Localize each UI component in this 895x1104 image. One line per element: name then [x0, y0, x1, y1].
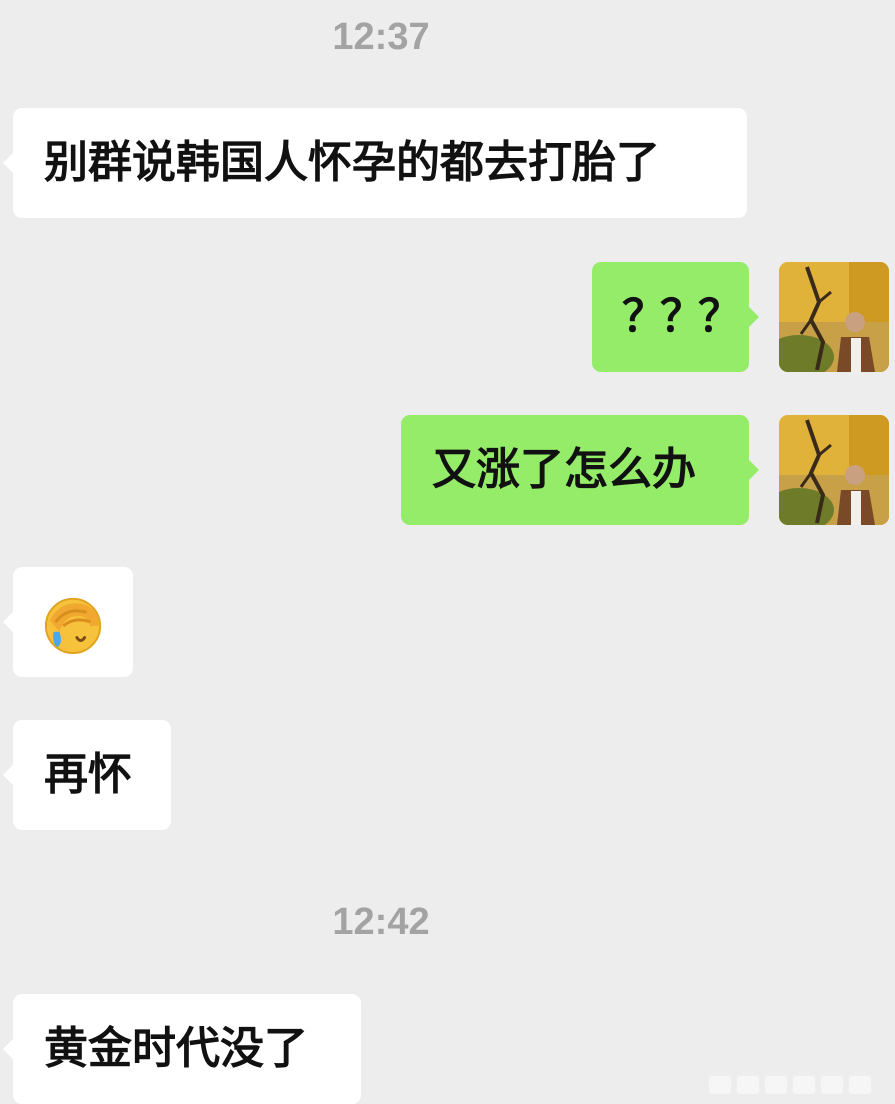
facepalm-crying-emoji-icon	[44, 597, 102, 655]
incoming-message-bubble[interactable]: 黄金时代没了	[3, 994, 361, 1104]
message-text: ？？？	[622, 291, 742, 342]
incoming-message-bubble[interactable]	[3, 567, 133, 677]
outgoing-message-bubble[interactable]: ？？？	[592, 262, 759, 372]
watermark-icon	[709, 1076, 871, 1094]
timestamp: 12:37	[332, 16, 430, 58]
timestamp: 12:42	[332, 901, 430, 943]
avatar-photo-icon	[779, 415, 889, 525]
avatar-photo-icon	[779, 262, 889, 372]
outgoing-message-bubble[interactable]: 又涨了怎么办	[401, 415, 759, 525]
my-avatar[interactable]	[779, 415, 889, 525]
message-text: 再怀	[44, 749, 132, 800]
incoming-message-bubble[interactable]: 别群说韩国人怀孕的都去打胎了	[3, 108, 747, 218]
my-avatar[interactable]	[779, 262, 889, 372]
message-text: 黄金时代没了	[44, 1023, 308, 1074]
incoming-message-bubble[interactable]: 再怀	[3, 720, 171, 830]
message-text: 又涨了怎么办	[432, 444, 696, 495]
message-text: 别群说韩国人怀孕的都去打胎了	[44, 137, 660, 188]
